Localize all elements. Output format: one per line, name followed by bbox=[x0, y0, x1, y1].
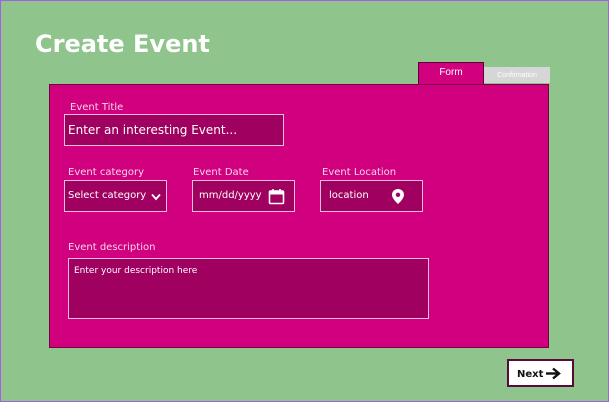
event-location-label: Event Location bbox=[322, 167, 397, 178]
arrow-right-icon bbox=[546, 367, 561, 380]
event-description-textarea[interactable]: Enter your description here bbox=[68, 258, 429, 319]
event-date-placeholder: mm/dd/yyyy bbox=[199, 190, 262, 201]
event-category-value: Select category bbox=[68, 190, 147, 201]
next-button-label: Next bbox=[517, 369, 544, 380]
event-description-label: Event description bbox=[68, 242, 156, 253]
event-title-placeholder: Enter an interesting Event... bbox=[68, 123, 238, 137]
page-title: Create Event bbox=[35, 30, 210, 58]
calendar-icon[interactable] bbox=[268, 188, 285, 205]
event-category-select[interactable]: Select category bbox=[64, 180, 167, 212]
event-category-label: Event category bbox=[68, 167, 145, 178]
event-date-input[interactable]: mm/dd/yyyy bbox=[192, 180, 295, 212]
event-form-panel: Event Title Enter an interesting Event..… bbox=[49, 84, 549, 348]
location-pin-icon[interactable] bbox=[391, 188, 405, 205]
next-button[interactable]: Next bbox=[507, 359, 574, 387]
event-date-label: Event Date bbox=[193, 167, 249, 178]
tab-form[interactable]: Form bbox=[418, 62, 484, 84]
chevron-down-icon bbox=[151, 193, 161, 201]
event-title-input[interactable]: Enter an interesting Event... bbox=[64, 114, 284, 146]
tab-confirmation[interactable]: Confirmation bbox=[484, 67, 550, 83]
event-description-placeholder: Enter your description here bbox=[74, 266, 198, 276]
event-title-label: Event Title bbox=[70, 102, 124, 113]
event-location-placeholder: location bbox=[329, 190, 369, 201]
event-location-input[interactable]: location bbox=[320, 180, 423, 212]
